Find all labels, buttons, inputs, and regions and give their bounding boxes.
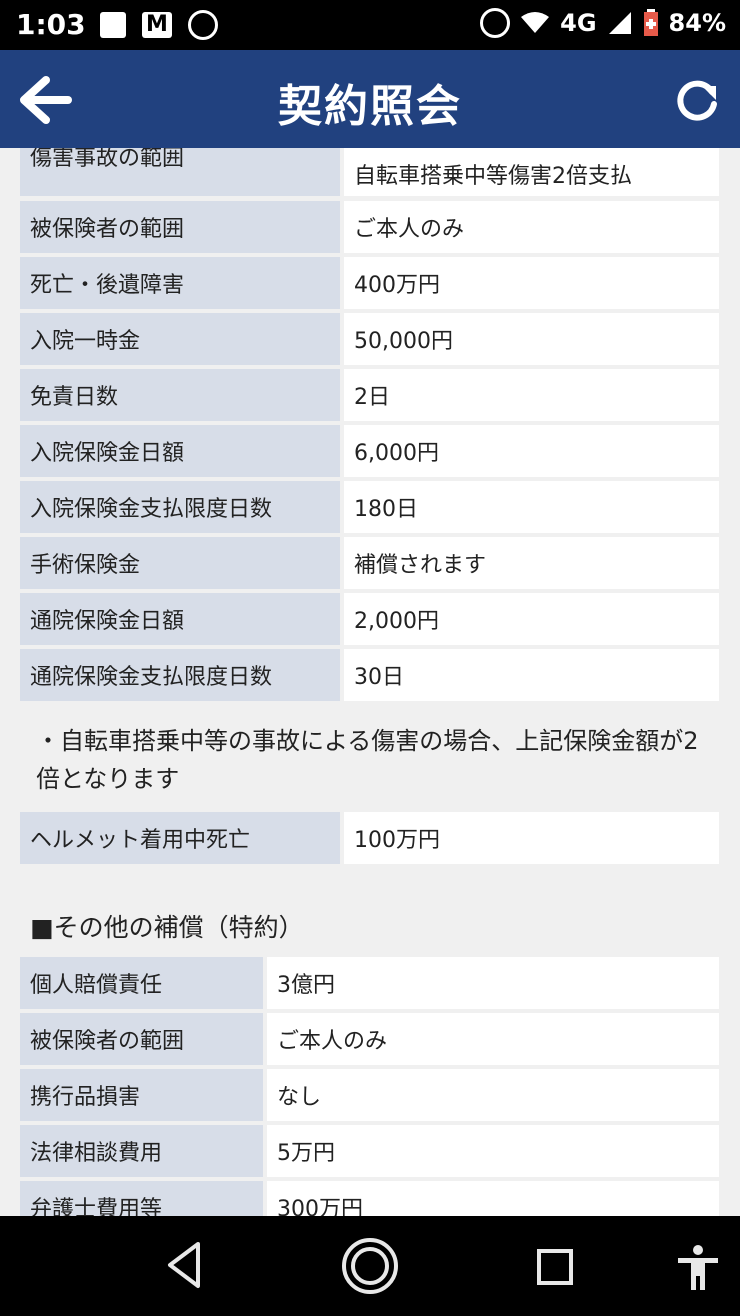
table-row: 通院保険金支払限度日数 30日	[20, 649, 719, 701]
table-row: 入院一時金 50,000円	[20, 313, 719, 365]
row-value: 50,000円	[344, 313, 719, 365]
note-text: ・自転車搭乗中等の事故による傷害の場合、上記保険金額が2倍となります	[36, 727, 699, 793]
row-label: 死亡・後遺障害	[20, 257, 340, 309]
alarm-icon	[480, 8, 511, 38]
table-row: 被保険者の範囲 ご本人のみ	[20, 201, 719, 253]
table-row: 死亡・後遺障害 400万円	[20, 257, 719, 309]
row-value: なし	[267, 1069, 719, 1121]
row-label: 携行品損害	[20, 1069, 263, 1121]
row-value: ご本人のみ	[267, 1013, 719, 1065]
page-title: 契約照会	[278, 81, 462, 132]
row-value: ご本人のみ	[344, 201, 719, 253]
table-row: 入院保険金支払限度日数 180日	[20, 481, 719, 533]
wifi-icon	[521, 12, 550, 33]
status-bar: 1:03 M 4G 84%	[0, 0, 740, 50]
row-value: 180日	[344, 481, 719, 533]
nav-home-icon[interactable]	[340, 1236, 400, 1296]
system-nav-bar	[0, 1216, 740, 1316]
row-value: 3億円	[267, 957, 719, 1009]
table-row: 被保険者の範囲 ご本人のみ	[20, 1013, 719, 1065]
row-label: 入院保険金日額	[20, 425, 340, 477]
gallery-icon	[100, 12, 126, 38]
table-row: 手術保険金 補償されます	[20, 537, 719, 589]
row-label: 入院保険金支払限度日数	[20, 481, 340, 533]
row-label: 免責日数	[20, 369, 340, 421]
row-label: 傷害事故の範囲	[20, 148, 340, 196]
row-value: 5万円	[267, 1125, 719, 1177]
row-label: 通院保険金支払限度日数	[20, 649, 340, 701]
nav-back-icon[interactable]	[164, 1238, 204, 1292]
app-bar: 契約照会	[0, 50, 740, 148]
table-row: 傷害事故の範囲 自転車搭乗中等傷害2倍支払	[20, 148, 719, 196]
row-label: ヘルメット着用中死亡	[20, 812, 340, 864]
table-row: 携行品損害 なし	[20, 1069, 719, 1121]
row-value: 400万円	[344, 257, 719, 309]
table-row: 入院保険金日額 6,000円	[20, 425, 719, 477]
signal-icon	[608, 12, 631, 34]
row-value: 100万円	[344, 812, 719, 864]
row-label: 被保険者の範囲	[20, 1013, 263, 1065]
row-value: 補償されます	[344, 537, 719, 589]
row-value: 自転車搭乗中等傷害2倍支払	[344, 148, 719, 196]
row-label: 個人賠償責任	[20, 957, 263, 1009]
row-value: 2,000円	[344, 593, 719, 645]
gmail-icon: M	[142, 12, 172, 38]
row-value: 6,000円	[344, 425, 719, 477]
battery-level: 84%	[668, 9, 726, 37]
nav-recents-icon[interactable]	[536, 1248, 574, 1286]
status-time: 1:03	[16, 8, 86, 41]
row-value: 300万円	[267, 1181, 719, 1216]
table-row: 弁護士費用等 300万円	[20, 1181, 719, 1216]
content-scroll[interactable]: 傷害事故の範囲 自転車搭乗中等傷害2倍支払 被保険者の範囲 ご本人のみ 死亡・後…	[0, 148, 740, 1216]
table-row: 免責日数 2日	[20, 369, 719, 421]
row-label: 弁護士費用等	[20, 1181, 263, 1216]
row-value: 2日	[344, 369, 719, 421]
row-value: 30日	[344, 649, 719, 701]
table-row: 法律相談費用 5万円	[20, 1125, 719, 1177]
compass-icon	[188, 10, 218, 40]
section-heading: ■その他の補償（特約）	[30, 913, 304, 942]
accessibility-icon[interactable]	[674, 1244, 722, 1292]
table-row: 個人賠償責任 3億円	[20, 957, 719, 1009]
row-label: 入院一時金	[20, 313, 340, 365]
table-row: 通院保険金日額 2,000円	[20, 593, 719, 645]
network-label: 4G	[560, 9, 597, 37]
refresh-icon[interactable]	[672, 76, 722, 126]
battery-icon	[643, 9, 658, 36]
row-label: 法律相談費用	[20, 1125, 263, 1177]
table-row: ヘルメット着用中死亡 100万円	[20, 812, 719, 864]
row-label: 手術保険金	[20, 537, 340, 589]
row-label: 通院保険金日額	[20, 593, 340, 645]
row-label: 被保険者の範囲	[20, 201, 340, 253]
